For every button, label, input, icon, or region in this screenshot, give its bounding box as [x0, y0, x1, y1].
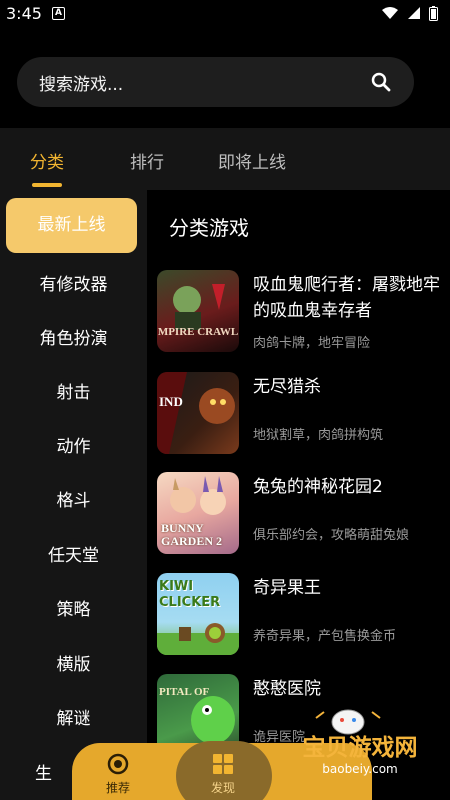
game-name: 无尽猎杀 — [253, 377, 321, 397]
signal-icon — [408, 7, 420, 19]
game-thumbnail: BUNNY GARDEN 2 — [157, 472, 239, 554]
game-name: 奇异果王 — [253, 578, 321, 598]
sidebar-item-rpg[interactable]: 角色扮演 — [0, 324, 147, 349]
sidebar-item-action[interactable]: 动作 — [0, 432, 147, 457]
sidebar-item-modded[interactable]: 有修改器 — [0, 270, 147, 295]
game-desc: 地狱割草，肉鸽拼构筑 — [253, 428, 384, 443]
tab-active-indicator — [32, 183, 62, 187]
thumb-caption: PITAL OF — [159, 686, 210, 698]
game-item[interactable]: MPIRE CRAWL 吸血鬼爬行者：屠戮地牢的吸血鬼幸存者 肉鸽卡牌，地牢冒险 — [157, 270, 447, 352]
notification-icon: A — [51, 6, 65, 20]
nav-label: 推荐 — [105, 781, 130, 795]
game-name: 兔兔的神秘花园2 — [253, 477, 383, 497]
status-bar: 3:45 A — [0, 0, 450, 26]
sidebar-item-fighting[interactable]: 格斗 — [0, 486, 147, 511]
game-thumbnail: MPIRE CRAWL — [157, 270, 239, 352]
search-icon[interactable] — [370, 71, 392, 93]
tab-ranking[interactable]: 排行 — [130, 148, 164, 173]
vampire-art — [173, 284, 225, 330]
tab-category[interactable]: 分类 — [30, 148, 64, 173]
grid-icon — [213, 754, 233, 774]
tabs-bar: 分类 排行 即将上线 — [0, 128, 450, 190]
nav-item-discover[interactable]: 发现 — [178, 743, 268, 800]
watermark-logo: 宝贝游戏网 baobeiy.com — [276, 698, 444, 798]
thumb-caption: MPIRE CRAWL — [157, 326, 239, 338]
game-thumbnail: IND — [157, 372, 239, 454]
game-desc: 俱乐部约会，攻略萌甜兔娘 — [253, 528, 410, 543]
status-time: 3:45 — [6, 3, 42, 23]
wifi-icon — [382, 7, 398, 19]
sidebar-item-strategy[interactable]: 策略 — [0, 595, 147, 620]
sidebar-item-puzzle[interactable]: 解谜 — [0, 704, 147, 729]
target-icon — [107, 753, 129, 775]
search-input[interactable]: 搜索游戏... — [17, 57, 414, 107]
game-desc: 养奇异果，产包售换金币 — [253, 629, 397, 644]
game-item[interactable]: BUNNY GARDEN 2 兔兔的神秘花园2 俱乐部约会，攻略萌甜兔娘 — [157, 472, 447, 554]
watermark-text: 宝贝游戏网 — [302, 735, 418, 761]
thumb-caption: KIWI CLICKER — [159, 579, 221, 610]
nav-label: 发现 — [210, 781, 235, 795]
tab-upcoming[interactable]: 即将上线 — [218, 148, 286, 173]
game-thumbnail: KIWI CLICKER — [157, 573, 239, 655]
thumb-caption: IND — [159, 394, 183, 409]
sidebar-item-shooter[interactable]: 射击 — [0, 378, 147, 403]
game-item[interactable]: IND 无尽猎杀 地狱割草，肉鸽拼构筑 — [157, 372, 447, 454]
watermark-url: baobeiy.com — [322, 762, 398, 776]
nav-item-recommend[interactable]: 推荐 — [73, 743, 163, 800]
sidebar-item-nintendo[interactable]: 任天堂 — [0, 541, 147, 566]
thumb-caption: BUNNY GARDEN 2 — [161, 521, 223, 548]
game-name: 吸血鬼爬行者：屠戮地牢的吸血鬼幸存者 — [253, 275, 440, 321]
sidebar-item-newest[interactable]: 最新上线 — [6, 198, 137, 253]
game-item[interactable]: KIWI CLICKER 奇异果王 养奇异果，产包售换金币 — [157, 573, 447, 655]
hunter-art — [157, 372, 235, 454]
battery-icon — [429, 5, 438, 21]
section-title: 分类游戏 — [169, 216, 249, 240]
search-placeholder: 搜索游戏... — [39, 74, 124, 95]
game-desc: 肉鸽卡牌，地牢冒险 — [253, 336, 371, 351]
category-sidebar: 最新上线 有修改器 角色扮演 射击 动作 格斗 任天堂 策略 横版 解谜 生 — [0, 190, 147, 800]
sidebar-item-sidescroller[interactable]: 横版 — [0, 650, 147, 675]
